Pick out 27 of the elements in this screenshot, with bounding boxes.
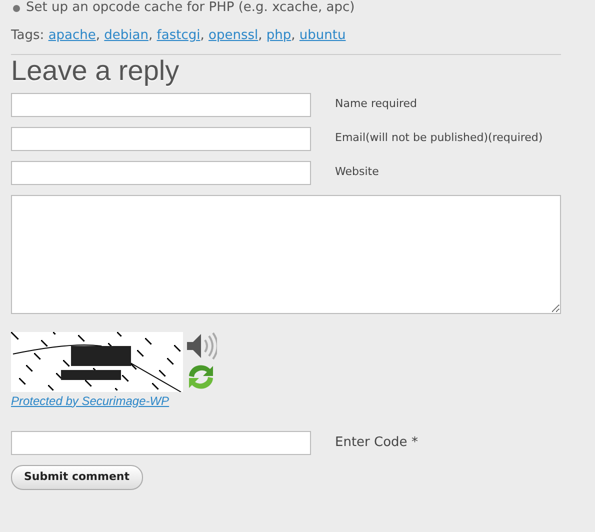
text-input-field[interactable] bbox=[11, 126, 311, 150]
list-item-text: Set up an opcode cache for PHP (e.g. xcache, apc) bbox=[26, 0, 355, 18]
text-input-field[interactable] bbox=[11, 160, 311, 184]
speaker-icon[interactable] bbox=[185, 332, 217, 360]
comma-separator: , bbox=[148, 28, 153, 43]
tag-link[interactable]: fastcgi bbox=[156, 28, 200, 43]
comma-separator: , bbox=[291, 28, 296, 43]
tag-link[interactable]: openssl bbox=[208, 28, 258, 43]
tag-link[interactable]: debian bbox=[104, 28, 148, 43]
comma-separator: , bbox=[258, 28, 262, 43]
bullet-icon bbox=[13, 4, 20, 12]
tag-link[interactable]: apache bbox=[48, 28, 96, 43]
tag-link[interactable]: ubuntu bbox=[299, 28, 346, 43]
field-label: Email(will not be published)(required) bbox=[335, 130, 543, 146]
field-label: Enter Code * bbox=[335, 434, 418, 452]
field-label: Name required bbox=[335, 96, 418, 112]
protected-by-link[interactable]: Protected by Securimage-WP bbox=[11, 394, 170, 408]
text-input-field[interactable] bbox=[11, 92, 311, 116]
section-title: Leave a reply bbox=[11, 54, 180, 86]
field-label: Website bbox=[335, 164, 379, 180]
captcha-code-field[interactable] bbox=[11, 431, 311, 455]
comma-separator: , bbox=[96, 28, 100, 43]
submit-button[interactable]: Submit comment bbox=[11, 465, 142, 490]
comma-separator: , bbox=[200, 28, 204, 43]
comment-textarea[interactable] bbox=[11, 194, 561, 314]
tag-link[interactable]: php bbox=[266, 28, 292, 43]
tags-label: Tags: bbox=[11, 28, 44, 43]
